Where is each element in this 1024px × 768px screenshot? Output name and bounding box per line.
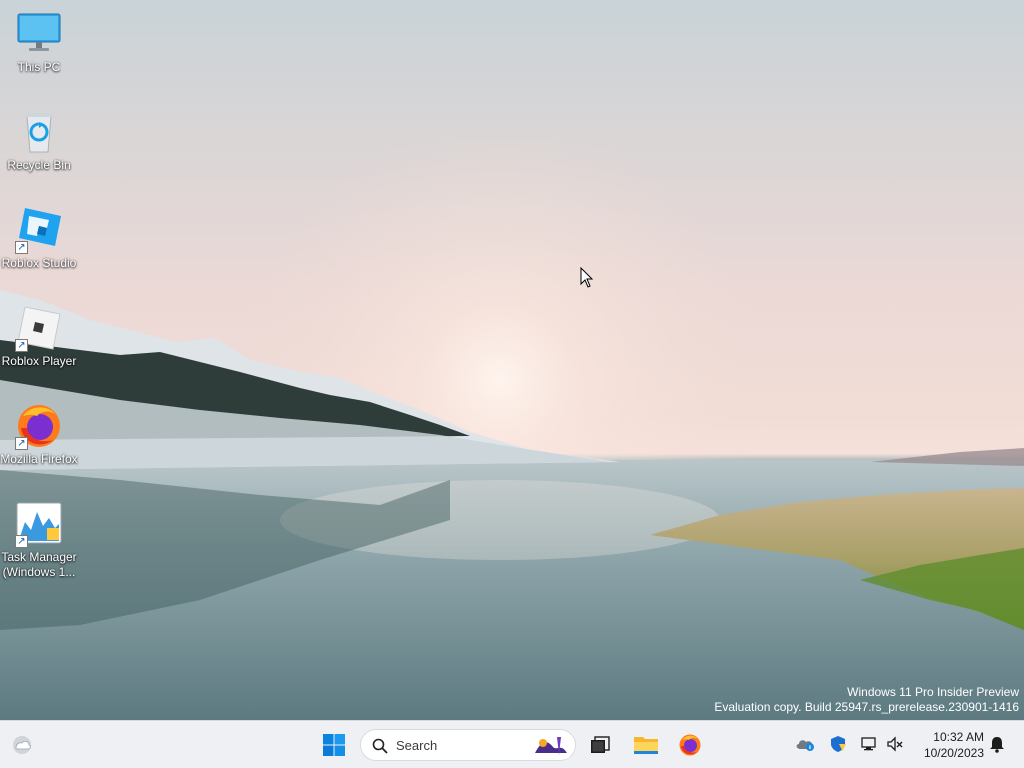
desktop-icon-this-pc[interactable]: This PC xyxy=(0,10,78,75)
security-icon xyxy=(831,736,846,752)
task-view-button[interactable] xyxy=(582,727,618,763)
security-tray-button[interactable] xyxy=(827,733,849,755)
monitor-icon xyxy=(15,10,63,58)
taskbar-clock[interactable]: 10:32 AM 10/20/2023 xyxy=(912,729,984,761)
network-icon xyxy=(861,737,876,751)
search-placeholder: Search xyxy=(396,738,438,753)
onedrive-tray-button[interactable] xyxy=(794,733,816,755)
shortcut-arrow-icon: ↗ xyxy=(15,241,28,254)
weather-widget-icon xyxy=(13,736,31,754)
windows-start-icon xyxy=(323,734,345,756)
desktop-icon-label: Roblox Studio xyxy=(1,256,77,270)
watermark-build: Evaluation copy. Build 25947.rs_prerelea… xyxy=(714,700,1019,714)
shortcut-arrow-icon: ↗ xyxy=(15,535,28,548)
widgets-button[interactable] xyxy=(4,727,40,763)
notification-center-button[interactable] xyxy=(986,733,1008,755)
bell-icon xyxy=(990,737,1004,753)
file-explorer-button[interactable] xyxy=(628,727,664,763)
desktop-icon-label: Task Manager (Windows 1... xyxy=(1,550,77,579)
desktop-icon-label: Mozilla Firefox xyxy=(0,452,78,466)
roblox-player-icon: ↗ xyxy=(15,304,63,352)
desktop-icon-label: Recycle Bin xyxy=(7,158,71,172)
taskbar-search-box[interactable]: Search xyxy=(360,729,576,761)
task-manager-icon: ↗ xyxy=(15,500,63,548)
mouse-cursor-icon xyxy=(580,267,594,288)
shortcut-arrow-icon: ↗ xyxy=(15,437,28,450)
shortcut-arrow-icon: ↗ xyxy=(15,339,28,352)
watermark-edition: Windows 11 Pro Insider Preview xyxy=(847,685,1019,699)
desktop-icon-task-manager[interactable]: ↗ Task Manager (Windows 1... xyxy=(0,500,78,580)
firefox-taskbar-button[interactable] xyxy=(672,727,708,763)
network-tray-button[interactable] xyxy=(858,733,880,755)
clock-date: 10/20/2023 xyxy=(923,746,984,760)
desktop-icon-roblox-player[interactable]: ↗ Roblox Player xyxy=(0,304,78,369)
desktop-icon-recycle-bin[interactable]: Recycle Bin xyxy=(0,108,78,173)
desktop-icon-roblox-studio[interactable]: ↗ Roblox Studio xyxy=(0,206,78,271)
roblox-studio-icon: ↗ xyxy=(15,206,63,254)
volume-muted-icon xyxy=(887,736,903,752)
desktop-icon-mozilla-firefox[interactable]: ↗ Mozilla Firefox xyxy=(0,402,78,467)
search-highlight-icon xyxy=(533,733,571,759)
desktop[interactable]: This PC Recycle Bin ↗ Roblox Studio ↗ Ro… xyxy=(0,0,1024,720)
search-icon xyxy=(372,738,388,754)
build-watermark: Windows 11 Pro Insider Preview Evaluatio… xyxy=(714,685,1019,715)
task-view-icon xyxy=(591,736,610,753)
onedrive-icon xyxy=(796,740,814,751)
wallpaper xyxy=(0,0,1024,720)
recycle-bin-icon xyxy=(15,108,63,156)
taskbar: Search 10:32 AM 10/20/2023 xyxy=(0,720,1024,768)
desktop-icon-label: Roblox Player xyxy=(1,354,77,368)
firefox-icon: ↗ xyxy=(15,402,63,450)
desktop-icon-label: This PC xyxy=(17,60,61,74)
start-button[interactable] xyxy=(316,727,352,763)
firefox-icon xyxy=(679,734,701,756)
clock-time: 10:32 AM xyxy=(933,730,984,744)
volume-tray-button[interactable] xyxy=(884,733,906,755)
file-explorer-icon xyxy=(634,737,658,754)
